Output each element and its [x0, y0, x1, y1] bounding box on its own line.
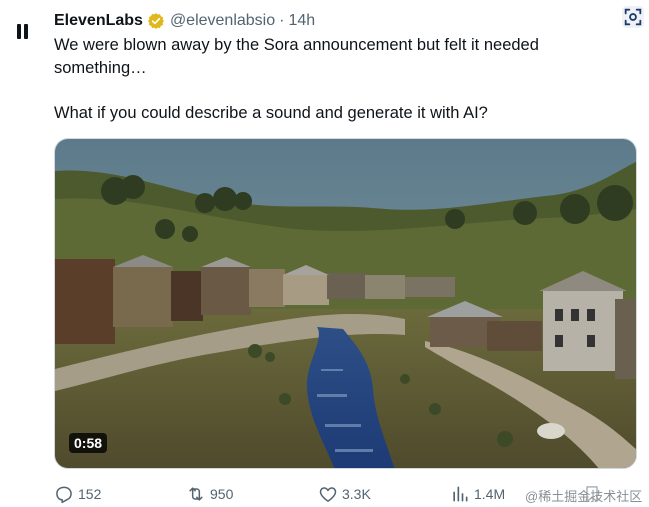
repost-count: 950 — [210, 486, 234, 502]
like-icon — [319, 487, 337, 502]
verified-badge-icon[interactable] — [147, 12, 165, 30]
pause-bar-right — [24, 24, 28, 39]
tweet-text-paragraph2: What if you could describe a sound and g… — [54, 104, 488, 122]
views-button[interactable]: 1.4M — [450, 483, 505, 505]
tweet-text: We were blown away by the Sora announcem… — [54, 34, 614, 125]
author-display-name[interactable]: ElevenLabs — [54, 12, 143, 30]
header-separator: · — [279, 12, 285, 29]
video-duration-badge: 0:58 — [69, 433, 108, 453]
tweet-header: ElevenLabs @elevenlabsio · 14h — [54, 10, 315, 32]
repost-button[interactable]: 950 — [186, 483, 233, 505]
like-button[interactable]: 3.3K — [318, 483, 371, 505]
tweet-page: ElevenLabs @elevenlabsio · 14h We were b… — [0, 0, 649, 507]
repost-icon — [189, 487, 203, 501]
views-count: 1.4M — [474, 486, 506, 502]
tweet-text-line1: We were blown away by the Sora announcem… — [54, 36, 539, 54]
watermark-text: @稀土掘金技术社区 — [525, 486, 643, 505]
tweet-video[interactable]: 0:58 — [54, 138, 637, 469]
like-count: 3.3K — [342, 486, 371, 502]
grok-image-icon[interactable] — [622, 6, 644, 28]
pause-icon[interactable] — [14, 22, 34, 42]
views-icon — [453, 486, 468, 502]
reply-icon — [56, 486, 72, 504]
video-frame-western-town — [55, 139, 636, 468]
reply-count: 152 — [78, 486, 102, 502]
author-handle[interactable]: @elevenlabsio — [170, 12, 275, 30]
tweet-timestamp[interactable]: 14h — [288, 12, 315, 30]
tweet-text-line2: something… — [54, 59, 147, 77]
pause-bar-left — [17, 24, 21, 39]
reply-button[interactable]: 152 — [54, 483, 101, 505]
